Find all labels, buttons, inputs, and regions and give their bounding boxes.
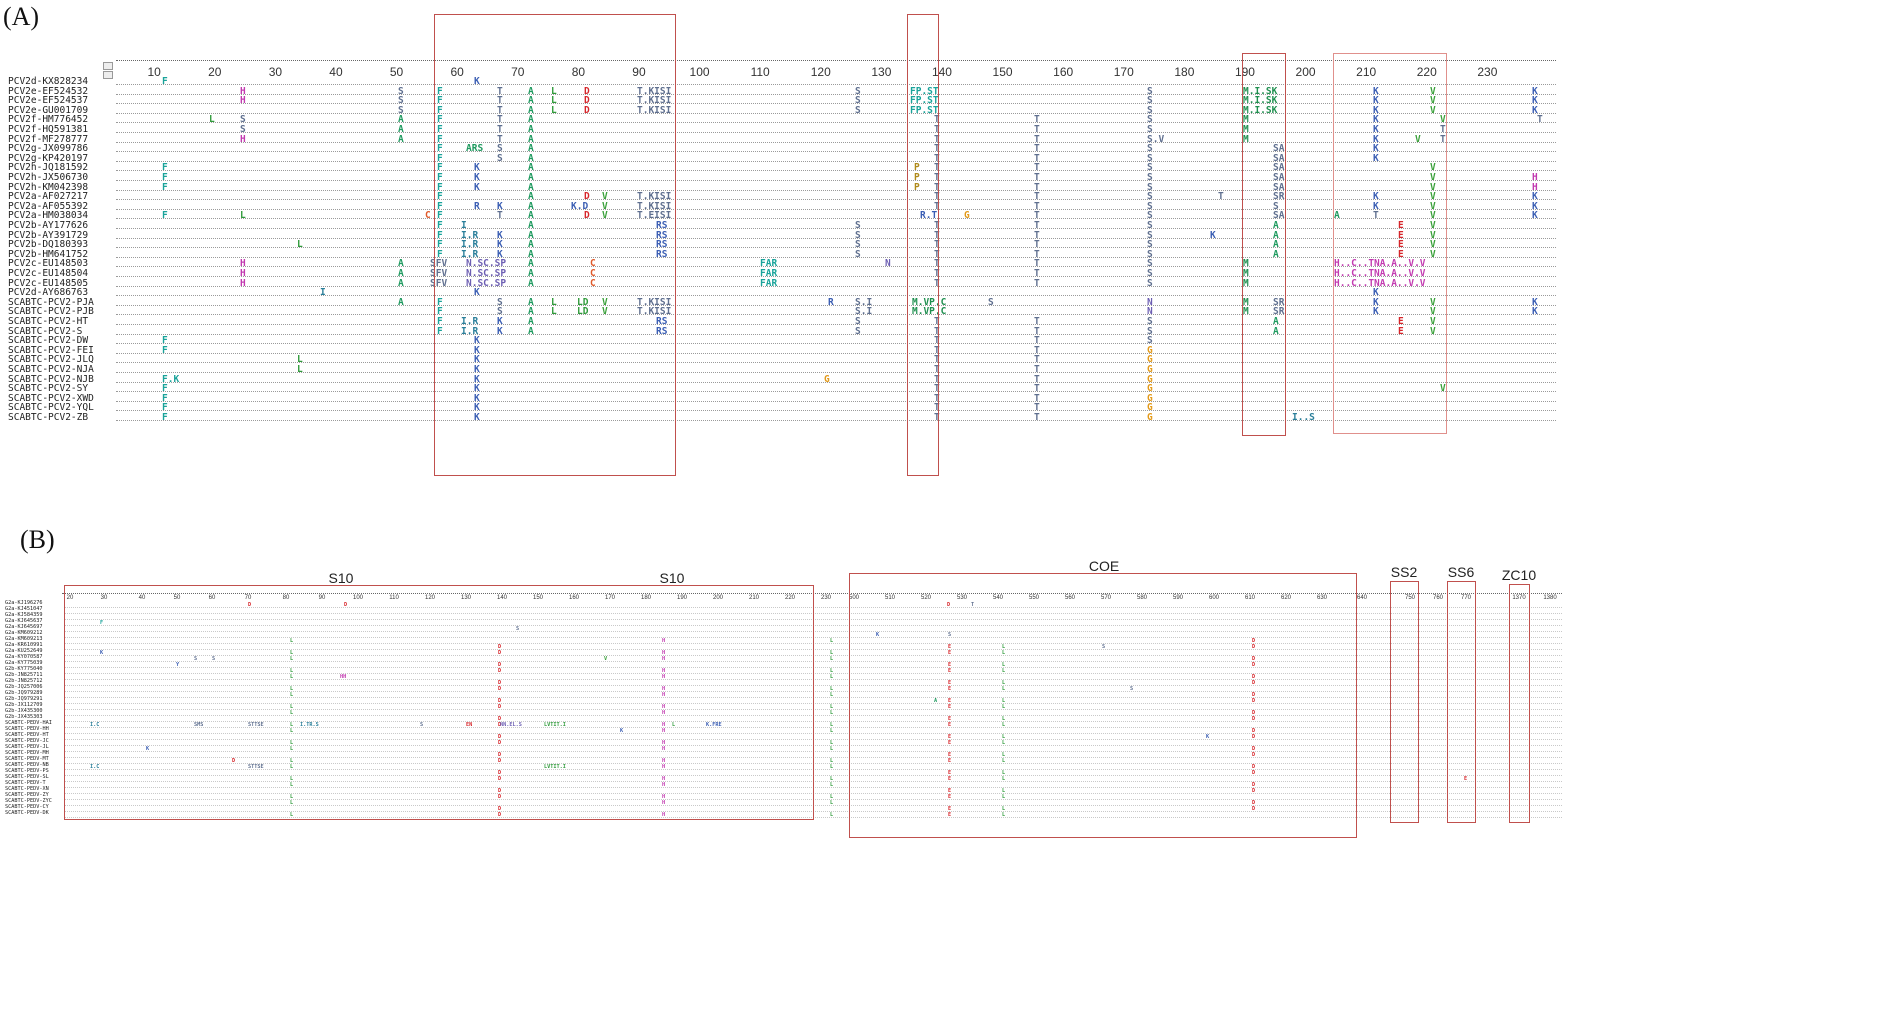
panel-b-region-box-coe <box>849 573 1357 838</box>
residue-mark: L <box>830 746 834 752</box>
panel-b-region-box-zc10 <box>1509 584 1530 823</box>
residue-mark: L <box>830 638 834 644</box>
residue-mark: L <box>830 656 834 662</box>
residue-mark: L <box>830 728 834 734</box>
region-label-ss2: SS2 <box>1390 564 1418 580</box>
region-label-s10-b: S10 <box>659 570 685 586</box>
residue-mark: L <box>830 800 834 806</box>
panel-b-region-box-ss6 <box>1447 581 1476 823</box>
region-label-s10-a: S10 <box>328 570 354 586</box>
residue-mark: L <box>830 674 834 680</box>
residue-mark: L <box>830 692 834 698</box>
residue-mark: L <box>830 812 834 818</box>
panel-b-region-box-s10 <box>64 585 814 820</box>
panel-b-alignment: LHLDDELDLDHLELLHLDDELDLDHLELLHLDDELDLDHL… <box>0 0 1902 1024</box>
residue-mark: L <box>830 710 834 716</box>
region-label-coe: COE <box>1088 558 1120 574</box>
residue-mark: L <box>830 764 834 770</box>
panel-b-region-box-ss2 <box>1390 581 1419 823</box>
region-label-zc10: ZC10 <box>1501 567 1537 583</box>
residue-mark: L <box>830 782 834 788</box>
region-label-ss6: SS6 <box>1447 564 1475 580</box>
